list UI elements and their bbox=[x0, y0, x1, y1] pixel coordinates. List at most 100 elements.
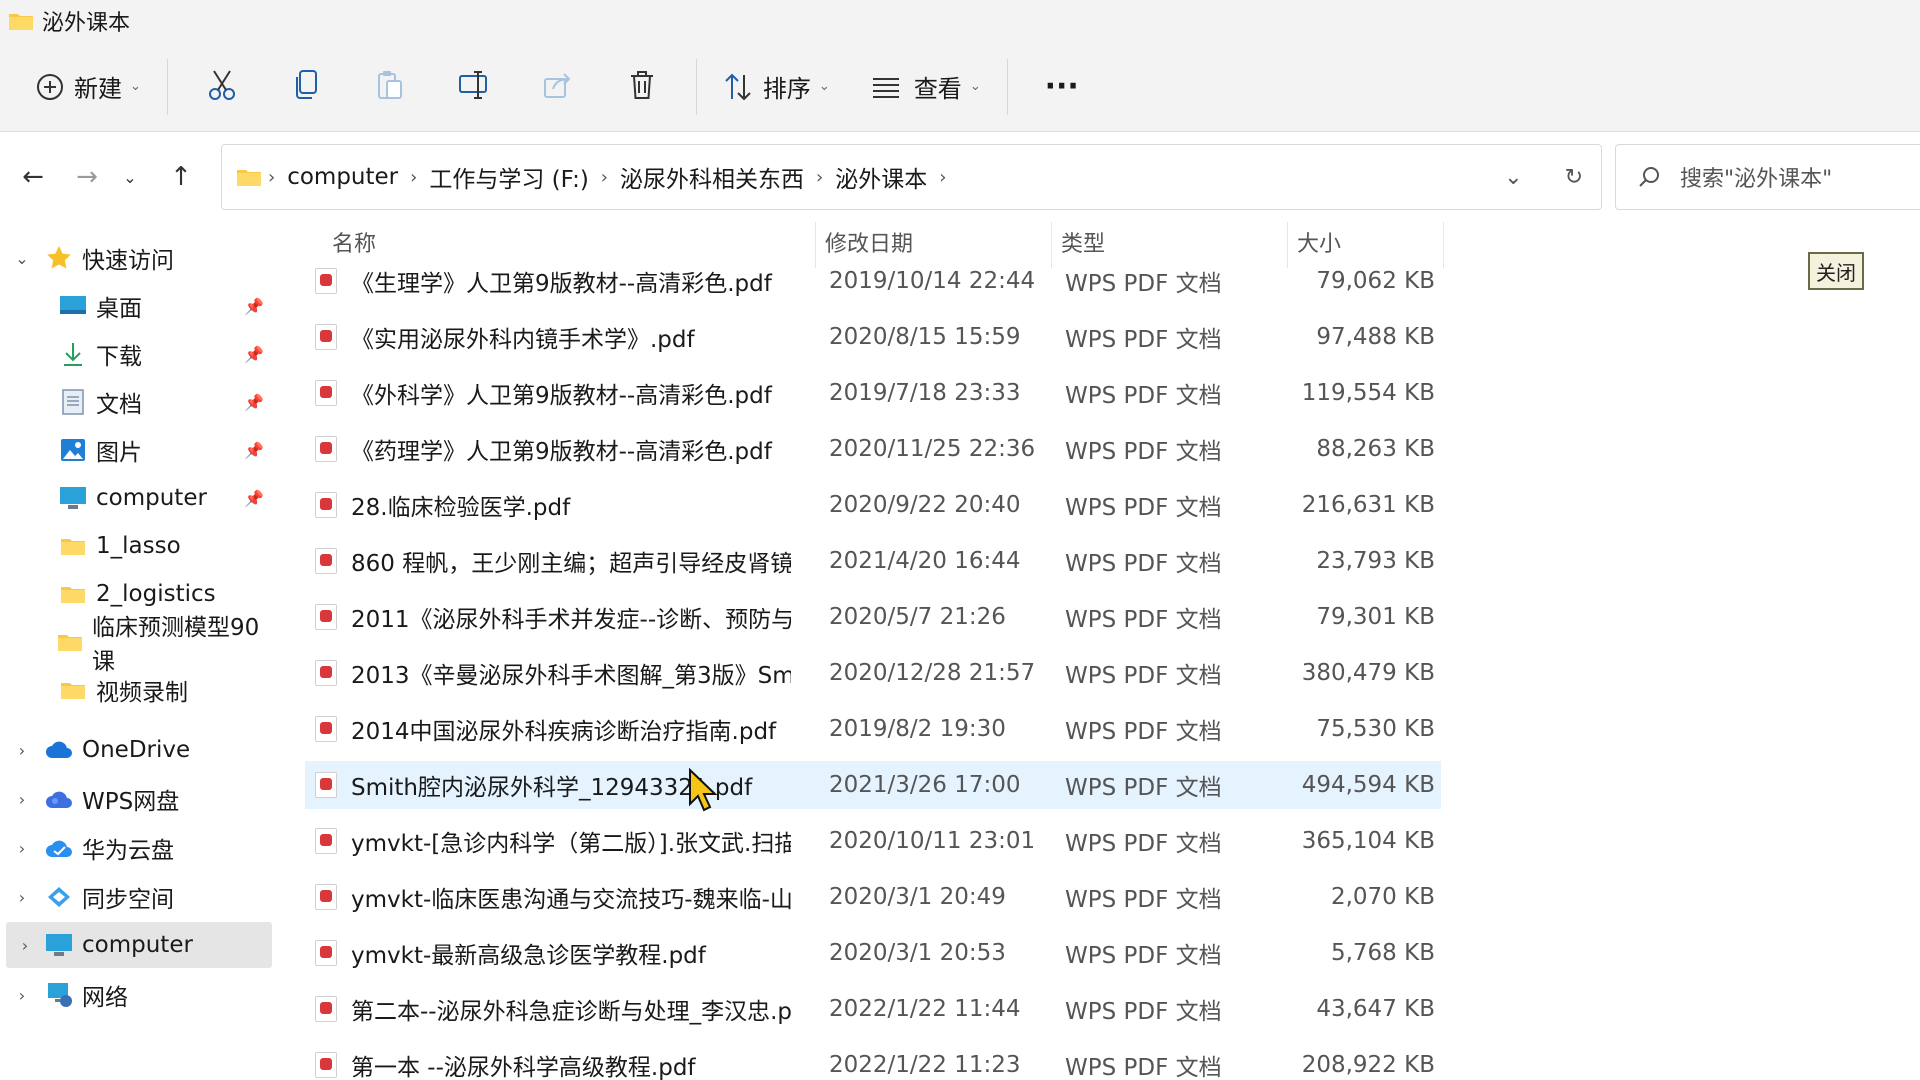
sort-label: 排序 bbox=[762, 75, 811, 103]
sidebar-item-pictures[interactable]: 图片 📌 bbox=[0, 427, 272, 473]
file-name: 2014中国泌尿外科疾病诊断治疗指南.pdf bbox=[351, 719, 777, 745]
pdf-file-icon bbox=[315, 716, 337, 742]
arrow-left-icon: ← bbox=[22, 162, 44, 192]
file-size: 5,768 KB bbox=[1330, 940, 1435, 966]
file-date: 2019/8/2 19:30 bbox=[829, 716, 1006, 742]
file-row-hovered[interactable]: Smith腔内泌尿外科学_12943321.pdf 2021/3/26 17:0… bbox=[305, 761, 1441, 809]
share-button[interactable] bbox=[516, 59, 600, 115]
sidebar-item-folder[interactable]: 1_lasso bbox=[0, 523, 272, 569]
chevron-right-icon[interactable]: › bbox=[0, 986, 44, 1005]
pin-icon[interactable]: 📌 bbox=[244, 441, 264, 460]
search-box[interactable]: 搜索"泌外课本" bbox=[1615, 144, 1920, 210]
pdf-file-icon bbox=[315, 884, 337, 910]
file-row[interactable]: 《药理学》人卫第9版教材--高清彩色.pdf 2020/11/25 22:36 … bbox=[305, 425, 1441, 473]
sidebar-item-network[interactable]: › 网络 bbox=[0, 972, 272, 1018]
file-row[interactable]: 2014中国泌尿外科疾病诊断治疗指南.pdf 2019/8/2 19:30 WP… bbox=[305, 705, 1441, 753]
mouse-cursor-icon bbox=[688, 767, 718, 812]
file-size: 216,631 KB bbox=[1301, 492, 1435, 518]
new-button[interactable]: 新建 ⌄ bbox=[22, 59, 155, 115]
chevron-right-icon[interactable]: › bbox=[0, 790, 44, 809]
file-type: WPS PDF 文档 bbox=[1065, 831, 1222, 857]
rename-button[interactable] bbox=[432, 59, 516, 115]
chevron-right-icon[interactable]: › bbox=[0, 888, 44, 907]
file-name: 《实用泌尿外科内镜手术学》.pdf bbox=[351, 327, 695, 353]
file-row[interactable]: ymvkt-最新高级急诊医学教程.pdf 2020/3/1 20:53 WPS … bbox=[305, 929, 1441, 977]
file-type: WPS PDF 文档 bbox=[1065, 719, 1222, 745]
chevron-down-icon[interactable]: ⌄ bbox=[0, 249, 44, 268]
chevron-right-icon[interactable]: › bbox=[6, 936, 44, 955]
search-icon bbox=[1638, 166, 1660, 188]
file-row[interactable]: ymvkt-[急诊内科学（第二版）].张文武.扫描... 2020/10/11 … bbox=[305, 817, 1441, 865]
file-row[interactable]: 《外科学》人卫第9版教材--高清彩色.pdf 2019/7/18 23:33 W… bbox=[305, 369, 1441, 417]
sidebar-item-computer-pinned[interactable]: computer 📌 bbox=[0, 475, 272, 521]
pin-icon[interactable]: 📌 bbox=[244, 345, 264, 364]
file-row[interactable]: 《实用泌尿外科内镜手术学》.pdf 2020/8/15 15:59 WPS PD… bbox=[305, 313, 1441, 361]
sidebar-item-sync-space[interactable]: › 同步空间 bbox=[0, 874, 272, 920]
file-size: 43,647 KB bbox=[1316, 996, 1435, 1022]
cut-button[interactable] bbox=[180, 59, 264, 115]
folder-icon bbox=[56, 628, 84, 656]
pin-icon[interactable]: 📌 bbox=[244, 297, 264, 316]
sidebar-item-desktop[interactable]: 桌面 📌 bbox=[0, 283, 272, 329]
file-row[interactable]: 2013《辛曼泌尿外科手术图解_第3版》Smit... 2020/12/28 2… bbox=[305, 649, 1441, 697]
sidebar-quick-access[interactable]: ⌄ 快速访问 bbox=[0, 235, 272, 281]
view-button[interactable]: 查看 ⌄ bbox=[858, 59, 995, 115]
file-row[interactable]: 2011《泌尿外科手术并发症--诊断、预防与... 2020/5/7 21:26… bbox=[305, 593, 1441, 641]
paste-button[interactable] bbox=[348, 59, 432, 115]
pin-icon[interactable]: 📌 bbox=[244, 489, 264, 508]
sidebar-item-label: 1_lasso bbox=[96, 533, 181, 559]
sidebar-item-downloads[interactable]: 下载 📌 bbox=[0, 331, 272, 377]
breadcrumb-drive[interactable]: 工作与学习 (F:) bbox=[429, 160, 588, 194]
file-row[interactable]: 第一本 --泌尿外科学高级教程.pdf 2022/1/22 11:23 WPS … bbox=[305, 1041, 1441, 1080]
file-row[interactable]: 《生理学》人卫第9版教材--高清彩色.pdf 2019/10/14 22:44 … bbox=[305, 257, 1441, 305]
file-size: 97,488 KB bbox=[1316, 324, 1435, 350]
more-options-button[interactable]: ··· bbox=[1020, 59, 1104, 115]
breadcrumb-computer[interactable]: computer bbox=[287, 164, 398, 190]
sidebar-item-huawei-cloud[interactable]: › 华为云盘 bbox=[0, 825, 272, 871]
breadcrumb-separator: › bbox=[816, 166, 824, 188]
sidebar-item-label: 视频录制 bbox=[96, 680, 188, 706]
back-button[interactable]: ← bbox=[6, 150, 60, 204]
file-size: 79,062 KB bbox=[1316, 268, 1435, 294]
file-row[interactable]: 860 程帆，王少刚主编；超声引导经皮肾镜... 2021/4/20 16:44… bbox=[305, 537, 1441, 585]
sidebar-item-documents[interactable]: 文档 📌 bbox=[0, 379, 272, 425]
delete-button[interactable] bbox=[600, 59, 684, 115]
recent-locations-button[interactable]: ⌄ bbox=[114, 150, 146, 204]
sidebar-item-label: 临床预测模型90课 bbox=[92, 615, 260, 675]
file-size: 494,594 KB bbox=[1301, 772, 1435, 798]
sidebar-item-wps-drive[interactable]: › WPS网盘 bbox=[0, 776, 272, 822]
sidebar-item-computer[interactable]: › computer bbox=[6, 922, 272, 968]
sidebar-label: 快速访问 bbox=[82, 248, 174, 274]
address-history-dropdown[interactable]: ⌄ bbox=[1504, 165, 1522, 190]
file-name: ymvkt-最新高级急诊医学教程.pdf bbox=[351, 943, 706, 969]
forward-button[interactable]: → bbox=[60, 150, 114, 204]
file-row[interactable]: 第二本--泌尿外科急症诊断与处理_李汉忠.pdf 2022/1/22 11:44… bbox=[305, 985, 1441, 1033]
refresh-icon[interactable]: ↻ bbox=[1565, 165, 1583, 190]
column-divider[interactable] bbox=[1443, 222, 1444, 268]
up-button[interactable]: ↑ bbox=[154, 150, 208, 204]
breadcrumb-separator: › bbox=[410, 166, 418, 188]
file-name: 《生理学》人卫第9版教材--高清彩色.pdf bbox=[351, 271, 772, 297]
file-date: 2020/3/1 20:53 bbox=[829, 940, 1006, 966]
sort-button[interactable]: 排序 ⌄ bbox=[709, 59, 844, 115]
breadcrumb-separator: › bbox=[939, 166, 947, 188]
breadcrumb-folder[interactable]: 泌尿外科相关东西 bbox=[620, 160, 804, 194]
sidebar-item-folder[interactable]: 视频录制 bbox=[0, 667, 272, 713]
chevron-right-icon[interactable]: › bbox=[0, 839, 44, 858]
file-row[interactable]: 28.临床检验医学.pdf 2020/9/22 20:40 WPS PDF 文档… bbox=[305, 481, 1441, 529]
sidebar-item-onedrive[interactable]: › OneDrive bbox=[0, 727, 272, 773]
window-title: 泌外课本 bbox=[42, 11, 131, 36]
file-date: 2019/10/14 22:44 bbox=[829, 268, 1036, 294]
breadcrumb-current[interactable]: 泌外课本 bbox=[835, 160, 927, 194]
pin-icon[interactable]: 📌 bbox=[244, 393, 264, 412]
address-bar[interactable]: › computer › 工作与学习 (F:) › 泌尿外科相关东西 › 泌外课… bbox=[221, 144, 1602, 210]
copy-button[interactable] bbox=[264, 59, 348, 115]
chevron-right-icon[interactable]: › bbox=[0, 741, 44, 760]
file-name: 2013《辛曼泌尿外科手术图解_第3版》Smit... bbox=[351, 663, 791, 689]
sidebar-item-label: computer bbox=[82, 932, 193, 958]
sidebar-item-folder[interactable]: 临床预测模型90课 bbox=[0, 615, 272, 675]
paste-icon bbox=[376, 69, 404, 105]
file-row[interactable]: ymvkt-临床医患沟通与交流技巧-魏来临-山... 2020/3/1 20:4… bbox=[305, 873, 1441, 921]
copy-icon bbox=[293, 69, 319, 105]
close-overlay-button[interactable]: 关闭 bbox=[1808, 252, 1864, 290]
